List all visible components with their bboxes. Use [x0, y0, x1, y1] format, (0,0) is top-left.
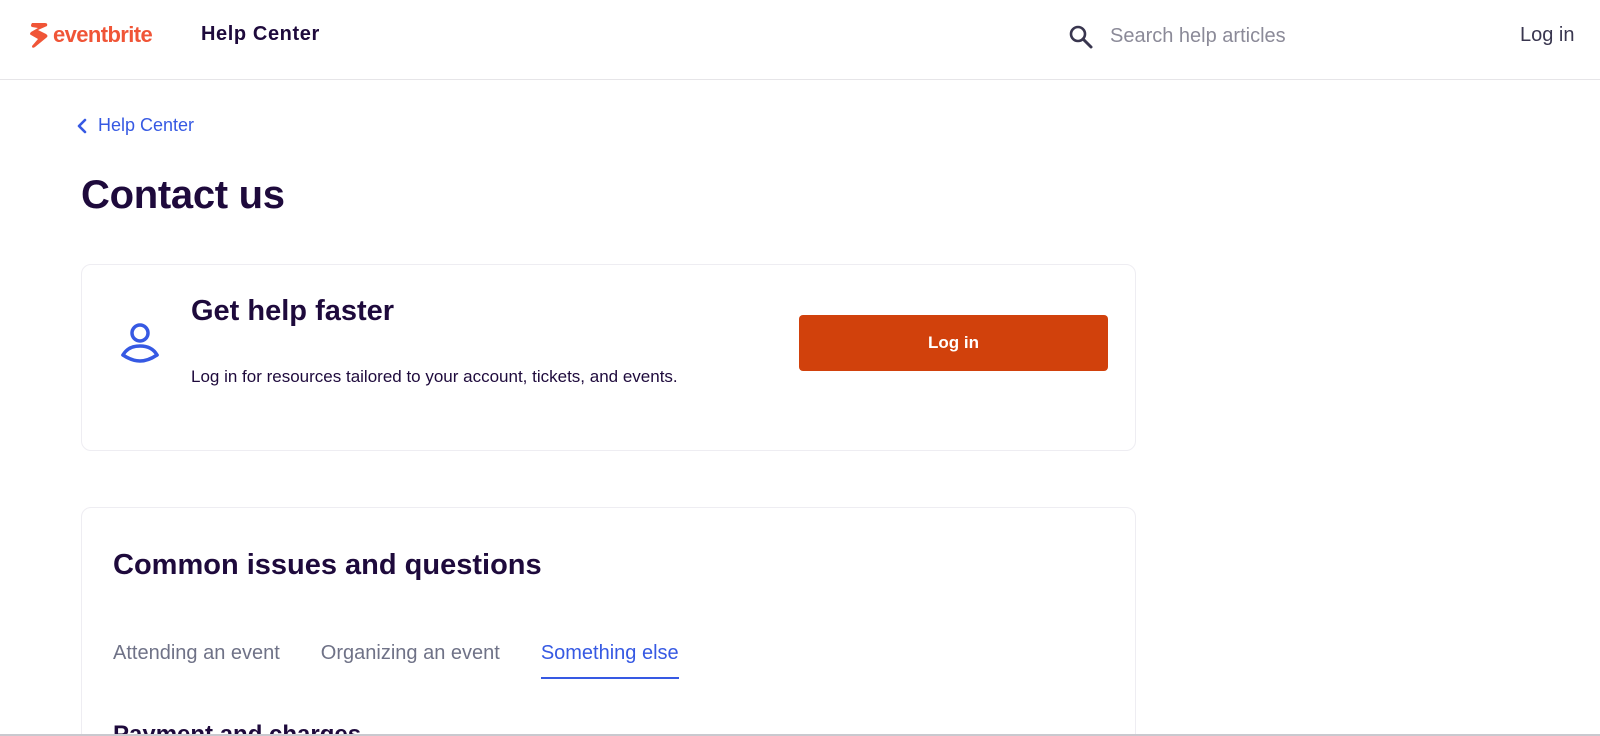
issue-tabs: Attending an event Organizing an event S… — [113, 642, 720, 679]
help-faster-description: Log in for resources tailored to your ac… — [191, 367, 678, 386]
help-faster-card: Get help faster Log in for resources tai… — [81, 264, 1136, 451]
site-header: eventbrite Help Center Log in — [0, 0, 1600, 80]
breadcrumb-back-link[interactable]: Help Center — [76, 115, 194, 136]
help-faster-title: Get help faster — [191, 295, 395, 327]
person-icon — [121, 323, 159, 363]
chevron-left-icon — [77, 118, 87, 133]
header-login-link[interactable]: Log in — [1520, 24, 1575, 47]
common-issues-card: Common issues and questions Attending an… — [81, 507, 1136, 736]
common-issues-title: Common issues and questions — [113, 549, 542, 581]
search-icon[interactable] — [1068, 24, 1094, 50]
search-input[interactable] — [1110, 20, 1450, 52]
eventbrite-logo[interactable]: eventbrite — [28, 20, 153, 50]
page-title: Contact us — [81, 173, 285, 217]
tab-something-else[interactable]: Something else — [540, 642, 679, 679]
tab-organizing-an-event[interactable]: Organizing an event — [321, 642, 500, 679]
help-center-title[interactable]: Help Center — [201, 23, 320, 46]
tab-attending-an-event[interactable]: Attending an event — [113, 642, 280, 679]
breadcrumb-label: Help Center — [98, 115, 195, 135]
eventbrite-logo-icon — [30, 23, 48, 48]
logo-text: eventbrite — [53, 22, 153, 47]
login-button[interactable]: Log in — [799, 315, 1108, 371]
